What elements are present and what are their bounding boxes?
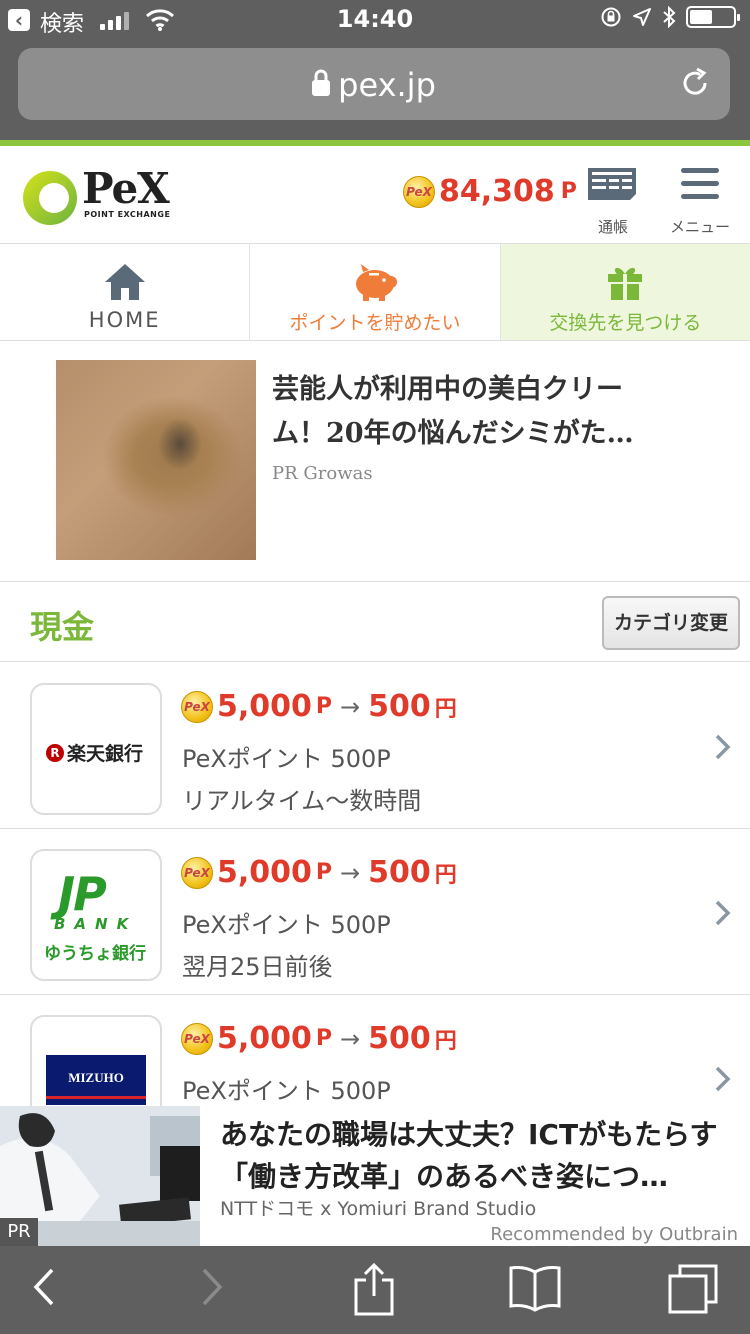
passbook-label: 通帳 xyxy=(597,218,628,236)
list-item[interactable]: JP BANK ゆうちょ銀行 PeX 5,000 P → 500 円 PeXポイント… xyxy=(0,829,750,995)
rotation-lock-icon xyxy=(601,7,621,27)
point-balance-value: 84,308 xyxy=(439,174,555,209)
pr-article-image[interactable] xyxy=(56,360,256,560)
menu-button[interactable]: メニュー xyxy=(670,164,730,237)
share-icon[interactable] xyxy=(352,1262,396,1318)
jp-bank-text: BANK xyxy=(54,915,138,933)
main-nav: HOME ポイントを貯めたい 交換先を見つける xyxy=(0,244,750,341)
tab-earn-points-label: ポイントを貯めたい xyxy=(289,312,461,334)
japan-post-bank-logo: JP BANK ゆうちょ銀行 xyxy=(30,849,162,981)
pr-article-source: PR Growas xyxy=(272,463,373,484)
pex-coin-icon: PeX xyxy=(403,175,435,208)
pex-logo-icon[interactable] xyxy=(20,168,80,228)
rakuten-r-icon: R xyxy=(46,743,64,762)
to-unit: 円 xyxy=(434,696,457,722)
to-value: 500 xyxy=(368,1021,431,1056)
jp-mark: JP xyxy=(58,867,107,921)
tab-find-exchange[interactable]: 交換先を見つける xyxy=(499,244,750,340)
outbrain-ad[interactable]: PR あなたの職場は大丈夫？ICTがもたらす「働き方改革」のあるべき姿につ… N… xyxy=(0,1106,750,1246)
point-balance[interactable]: PeX 84,308 P xyxy=(403,174,577,209)
chevron-right-icon xyxy=(715,1066,731,1092)
passbook-icon xyxy=(588,168,636,200)
bluetooth-icon xyxy=(663,6,676,28)
home-icon xyxy=(104,264,145,300)
pr-article-title[interactable]: 芸能人が利用中の美白クリーム！20年の悩んだシミがた… xyxy=(272,368,672,456)
forward-icon[interactable] xyxy=(198,1262,226,1312)
location-icon xyxy=(633,8,651,26)
exchange-rate: PeX 5,000 P → 500 円 xyxy=(181,689,457,724)
chevron-right-icon xyxy=(715,734,731,760)
exchange-rate: PeX 5,000 P → 500 円 xyxy=(181,1021,457,1056)
ad-image[interactable]: PR xyxy=(0,1106,200,1246)
bookmarks-icon[interactable] xyxy=(508,1262,562,1312)
from-unit: P xyxy=(315,860,333,885)
battery-icon xyxy=(686,6,740,28)
arrow: → xyxy=(340,1024,361,1053)
browser-chrome: pex.jp xyxy=(0,40,750,140)
tab-earn-points[interactable]: ポイントを貯めたい xyxy=(249,244,500,340)
to-unit: 円 xyxy=(434,862,457,888)
exchange-rate: PeX 5,000 P → 500 円 xyxy=(181,855,457,890)
rakuten-bank-name: 楽天銀行 xyxy=(67,743,144,765)
logo-subtitle: POINT EXCHANGE xyxy=(84,210,171,219)
from-points: 5,000 xyxy=(217,1021,312,1056)
item-name: PeXポイント 500P xyxy=(182,745,391,773)
mizuho-logo-text: MIZUHO xyxy=(46,1055,146,1105)
section-title: 現金 xyxy=(30,608,95,646)
url-text: pex.jp xyxy=(338,66,436,104)
change-category-button[interactable]: カテゴリ変更 xyxy=(602,596,740,650)
item-time: リアルタイム〜数時間 xyxy=(182,787,422,815)
pex-coin-icon: PeX xyxy=(181,856,213,889)
pr-article[interactable]: 芸能人が利用中の美白クリーム！20年の悩んだシミがた… PR Growas xyxy=(0,342,750,582)
arrow: → xyxy=(340,858,361,887)
point-unit: P xyxy=(560,179,577,204)
address-bar[interactable]: pex.jp xyxy=(18,48,730,120)
tab-find-exchange-label: 交換先を見つける xyxy=(549,312,702,334)
passbook-button[interactable]: 通帳 xyxy=(586,164,640,237)
to-value: 500 xyxy=(368,689,431,724)
menu-label: メニュー xyxy=(670,218,731,236)
arrow: → xyxy=(340,692,361,721)
section-header: 現金 カテゴリ変更 xyxy=(0,582,750,662)
outbrain-attribution[interactable]: Recommended by Outbrain xyxy=(490,1224,738,1245)
from-unit: P xyxy=(315,1026,333,1051)
ad-pr-badge: PR xyxy=(0,1218,38,1246)
back-icon[interactable] xyxy=(30,1262,58,1312)
from-points: 5,000 xyxy=(217,689,312,724)
tab-home[interactable]: HOME xyxy=(0,244,250,340)
status-bar: ‹ 検索 14:40 xyxy=(0,0,750,40)
list-item[interactable]: R 楽天銀行 PeX 5,000 P → 500 円 PeXポイント 500P リアル… xyxy=(0,663,750,829)
tabs-icon[interactable] xyxy=(666,1262,720,1316)
pex-coin-icon: PeX xyxy=(181,690,213,723)
site-header: PeX POINT EXCHANGE PeX 84,308 P 通帳 メニュー xyxy=(0,146,750,244)
to-value: 500 xyxy=(368,855,431,890)
from-unit: P xyxy=(315,694,333,719)
item-time: 翌月25日前後 xyxy=(182,953,333,981)
logo-text[interactable]: PeX xyxy=(82,164,170,213)
rakuten-bank-logo: R 楽天銀行 xyxy=(30,683,162,815)
item-name: PeXポイント 500P xyxy=(182,1077,391,1105)
yucho-bank-name: ゆうちょ銀行 xyxy=(44,944,146,964)
tab-home-label: HOME xyxy=(88,308,161,332)
ad-title[interactable]: あなたの職場は大丈夫？ICTがもたらす「働き方改革」のあるべき姿につ… xyxy=(220,1114,740,1198)
to-unit: 円 xyxy=(434,1028,457,1054)
from-points: 5,000 xyxy=(217,855,312,890)
item-name: PeXポイント 500P xyxy=(182,911,391,939)
pex-coin-icon: PeX xyxy=(181,1022,213,1055)
gift-icon xyxy=(608,267,643,300)
browser-toolbar xyxy=(0,1246,750,1334)
piggy-bank-icon xyxy=(355,264,397,301)
reload-icon[interactable] xyxy=(678,66,712,100)
hamburger-menu-icon xyxy=(681,168,719,199)
chevron-right-icon xyxy=(715,900,731,926)
ad-source: NTTドコモ x Yomiuri Brand Studio xyxy=(220,1198,537,1220)
